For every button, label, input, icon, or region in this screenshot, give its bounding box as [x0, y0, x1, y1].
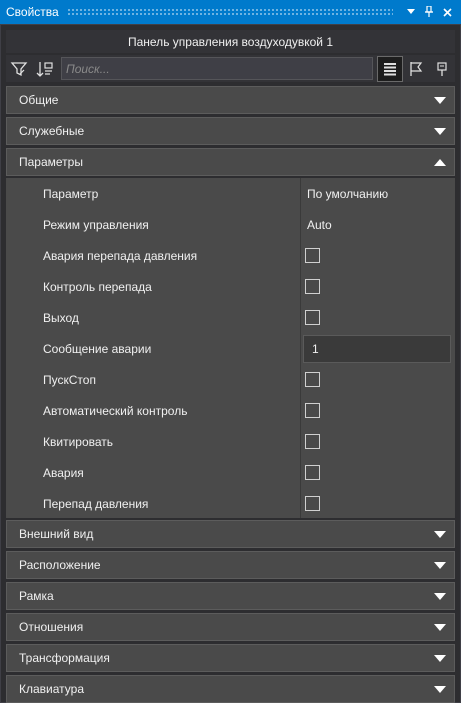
- property-row[interactable]: Квитировать: [6, 426, 455, 457]
- chevron-down-icon: [430, 524, 450, 544]
- property-row[interactable]: Авария перепада давления: [6, 240, 455, 271]
- property-value[interactable]: Auto: [307, 218, 332, 232]
- property-checkbox[interactable]: [305, 248, 320, 263]
- section-appearance[interactable]: Внешний вид: [6, 520, 455, 548]
- property-name: Авария перепада давления: [43, 248, 198, 263]
- property-row[interactable]: Перепад давления: [6, 488, 455, 519]
- panel-titlebar[interactable]: Свойства: [0, 0, 461, 24]
- property-checkbox[interactable]: [305, 434, 320, 449]
- section-label: Клавиатура: [19, 682, 84, 696]
- property-checkbox[interactable]: [305, 279, 320, 294]
- property-name: Выход: [43, 310, 79, 325]
- property-row[interactable]: Сообщение аварии 1: [6, 333, 455, 364]
- chevron-up-icon: [430, 152, 450, 172]
- section-parameters[interactable]: Параметры: [6, 148, 455, 176]
- property-checkbox[interactable]: [305, 403, 320, 418]
- chevron-down-icon: [430, 586, 450, 606]
- property-checkbox[interactable]: [305, 310, 320, 325]
- chevron-down-icon: [430, 648, 450, 668]
- property-name: Автоматический контроль: [43, 403, 188, 418]
- property-name: ПускСтоп: [43, 372, 96, 387]
- section-general[interactable]: Общие: [6, 86, 455, 114]
- close-icon[interactable]: [439, 4, 455, 20]
- property-checkbox[interactable]: [305, 496, 320, 511]
- header-default: По умолчанию: [307, 186, 389, 201]
- property-name: Сообщение аварии: [43, 341, 152, 356]
- section-label: Внешний вид: [19, 527, 94, 541]
- property-name: Контроль перепада: [43, 279, 152, 294]
- section-label: Рамка: [19, 589, 54, 603]
- selected-object-name: Панель управления воздуходувкой 1: [6, 30, 455, 53]
- properties-toolbar: [6, 55, 455, 82]
- section-label: Расположение: [19, 558, 101, 572]
- property-name: Перепад давления: [43, 496, 149, 511]
- section-service[interactable]: Служебные: [6, 117, 455, 145]
- section-layout[interactable]: Расположение: [6, 551, 455, 579]
- list-view-button[interactable]: [377, 55, 403, 82]
- parameters-grid: Параметр По умолчанию Режим управления A…: [6, 178, 455, 518]
- list-view-icon: [384, 62, 396, 75]
- panel-title: Свойства: [6, 5, 59, 19]
- filter-icon: [10, 61, 28, 76]
- property-checkbox[interactable]: [305, 465, 320, 480]
- pin-icon[interactable]: [421, 4, 437, 20]
- section-relations[interactable]: Отношения: [6, 613, 455, 641]
- header-parameter: Параметр: [43, 186, 99, 201]
- events-button[interactable]: [403, 56, 429, 82]
- section-frame[interactable]: Рамка: [6, 582, 455, 610]
- property-name: Авария: [43, 465, 84, 480]
- section-label: Отношения: [19, 620, 84, 634]
- property-row[interactable]: ПускСтоп: [6, 364, 455, 395]
- sort-icon: [36, 61, 53, 77]
- section-keyboard[interactable]: Клавиатура: [6, 675, 455, 703]
- dropdown-menu-icon[interactable]: [403, 4, 419, 20]
- property-name: Квитировать: [43, 434, 114, 449]
- chevron-down-icon: [430, 90, 450, 110]
- flag-icon: [410, 61, 423, 76]
- sort-button[interactable]: [32, 56, 58, 82]
- pushpin-icon: [437, 61, 447, 76]
- property-checkbox[interactable]: [305, 372, 320, 387]
- property-name: Режим управления: [43, 217, 149, 232]
- filter-button[interactable]: [6, 56, 32, 82]
- property-row[interactable]: Режим управления Auto: [6, 209, 455, 240]
- property-row[interactable]: Контроль перепада: [6, 271, 455, 302]
- section-transform[interactable]: Трансформация: [6, 644, 455, 672]
- section-label: Общие: [19, 93, 59, 107]
- search-input[interactable]: [61, 57, 373, 80]
- property-row[interactable]: Автоматический контроль: [6, 395, 455, 426]
- property-text-input[interactable]: 1: [303, 334, 451, 363]
- property-row[interactable]: Выход: [6, 302, 455, 333]
- pin-properties-button[interactable]: [429, 56, 455, 82]
- grid-header-row: Параметр По умолчанию: [6, 178, 455, 209]
- chevron-down-icon: [430, 679, 450, 699]
- section-label: Трансформация: [19, 651, 110, 665]
- section-label: Параметры: [19, 155, 83, 169]
- chevron-down-icon: [430, 555, 450, 575]
- chevron-down-icon: [430, 121, 450, 141]
- chevron-down-icon: [430, 617, 450, 637]
- section-label: Служебные: [19, 124, 85, 138]
- property-row[interactable]: Авария: [6, 457, 455, 488]
- drag-grip[interactable]: [66, 8, 393, 16]
